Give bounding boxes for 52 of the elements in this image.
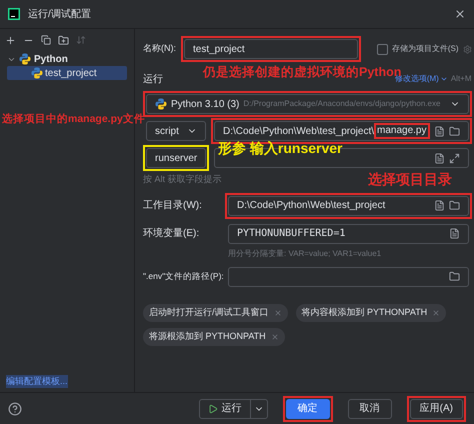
- name-label: 名称(N):: [143, 42, 177, 56]
- script-path-field[interactable]: D:\Code\Python\Web\test_project\ manage.py: [214, 121, 468, 141]
- new-folder-icon[interactable]: [58, 34, 69, 46]
- insert-macro-icon[interactable]: [448, 228, 460, 239]
- tree-item[interactable]: test_project: [7, 66, 127, 80]
- highlighted-filename: manage.py: [374, 123, 430, 139]
- store-checkbox[interactable]: [376, 44, 388, 54]
- parameters-field[interactable]: runserver: [146, 148, 206, 168]
- folder-icon[interactable]: [448, 200, 460, 211]
- chevron-icon: [440, 75, 448, 83]
- run-button[interactable]: 运行: [198, 398, 268, 418]
- working-dir-label: 工作目录(W):: [143, 199, 203, 213]
- insert-macro-icon[interactable]: [434, 200, 444, 211]
- name-field[interactable]: test_project: [184, 39, 358, 59]
- env-file-field[interactable]: [228, 266, 468, 286]
- store-label: 存储为项目文件(S): [392, 43, 458, 55]
- section-title: 运行: [143, 72, 163, 86]
- dialog-button[interactable]: 取消: [348, 398, 392, 418]
- folder-icon[interactable]: [448, 271, 460, 282]
- python-icon: [31, 67, 43, 79]
- python-icon: [19, 53, 31, 65]
- window-title: 运行/调试配置: [28, 8, 91, 22]
- option-chip[interactable]: 将源根添加到 PYTHONPATH: [143, 328, 285, 346]
- env-vars-hint: 用分号分隔变量: VAR=value; VAR1=value1: [228, 248, 382, 260]
- option-chip[interactable]: 将内容根添加到 PYTHONPATH: [296, 304, 446, 322]
- insert-macro-icon[interactable]: [434, 152, 444, 164]
- working-dir-field[interactable]: D:\Code\Python\Web\test_project: [228, 196, 468, 216]
- option-chip[interactable]: 启动时打开运行/调试工具窗口: [143, 304, 288, 322]
- insert-macro-icon[interactable]: [434, 126, 444, 136]
- app-logo-icon: [8, 8, 20, 20]
- annotation-text: 选择项目中的manage.py文件: [2, 114, 145, 124]
- add-icon[interactable]: [5, 34, 16, 46]
- shortcut-hint: Alt+M: [450, 73, 472, 85]
- ok-button[interactable]: 确定: [286, 398, 330, 418]
- field-hint: 按 Alt 获取字段提示: [143, 173, 222, 186]
- play-icon: [208, 404, 218, 414]
- tree-item[interactable]: Python: [34, 52, 68, 66]
- interpreter-dropdown[interactable]: Python 3.10 (3) D:/ProgramPackage/Anaconda/envs/django/python.exe: [146, 94, 468, 114]
- annotation-text: 形参 输入runserver: [218, 141, 342, 155]
- dialog-button[interactable]: 应用(A): [410, 398, 463, 418]
- python-icon: [155, 98, 167, 110]
- env-vars-label: 环境变量(E):: [143, 226, 200, 241]
- script-type-dropdown[interactable]: script: [146, 121, 206, 141]
- help-icon[interactable]: [8, 402, 22, 416]
- env-file-label: ".env"文件的路径(P):: [143, 270, 225, 283]
- folder-icon[interactable]: [448, 126, 460, 136]
- annotation-text: 选择项目目录: [368, 172, 452, 186]
- close-icon[interactable]: [454, 8, 466, 20]
- expand-icon[interactable]: [448, 152, 460, 164]
- edit-templates-link[interactable]: 编辑配置模板...: [6, 374, 68, 388]
- env-vars-field[interactable]: PYTHONUNBUFFERED=1: [228, 224, 468, 244]
- copy-icon[interactable]: [41, 35, 51, 45]
